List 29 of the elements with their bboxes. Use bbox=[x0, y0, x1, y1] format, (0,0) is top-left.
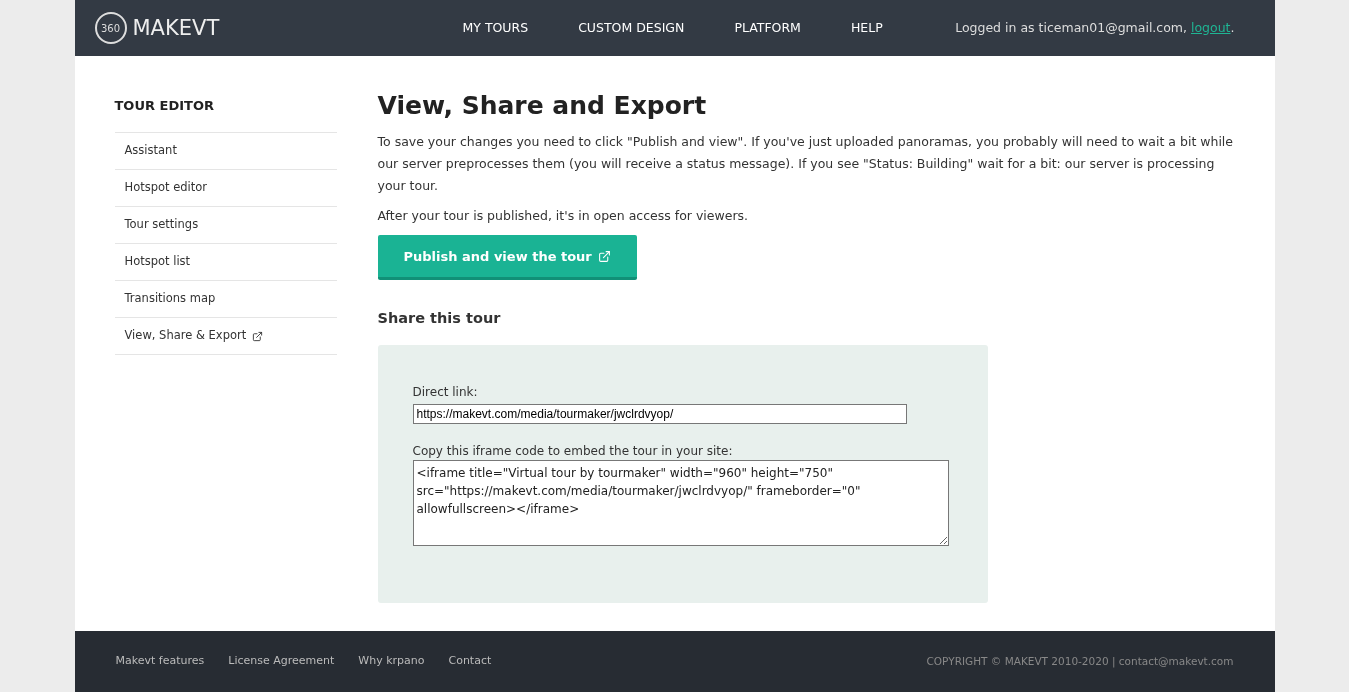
sidebar-link[interactable]: Transitions map bbox=[124, 290, 216, 308]
direct-link-field[interactable]: https://makevt.com/media/tourmaker/jwclrdvyop/ bbox=[412, 404, 907, 424]
logo-text[interactable]: MAKEVT bbox=[132, 17, 220, 39]
sidebar-link[interactable]: Hotspot editor bbox=[124, 179, 208, 197]
footer-link[interactable]: License Agreement bbox=[228, 653, 335, 670]
page-title: View, Share and Export bbox=[377, 90, 708, 122]
sidebar-title: TOUR EDITOR bbox=[114, 97, 215, 115]
field-label: Copy this iframe code to embed the tour in your site: bbox=[412, 443, 734, 460]
embed-code-field[interactable]: <iframe title="Virtual tour by tourmaker" width="960" height="750" src="https://makevt.com/media/tourmaker/jwclrdvyop/" frameborder="0" allowfullscreen></iframe> bbox=[412, 460, 949, 546]
footer-link[interactable]: Contact bbox=[448, 653, 492, 670]
sidebar-link[interactable]: Hotspot list bbox=[124, 253, 191, 271]
nav-link[interactable]: CUSTOM DESIGN bbox=[578, 18, 685, 38]
logo-badge[interactable]: 360 bbox=[94, 12, 127, 44]
login-status: Logged in as ticeman01@gmail.com, logout. bbox=[955, 18, 1235, 37]
section-heading: Share this tour bbox=[377, 309, 502, 329]
copyright-text: COPYRIGHT © MAKEVT 2010-2020 | contact@makevt.com bbox=[926, 653, 1234, 670]
sidebar-link[interactable]: Tour settings bbox=[124, 216, 199, 234]
external-link-icon bbox=[597, 249, 611, 263]
nav-link[interactable]: PLATFORM bbox=[734, 18, 801, 38]
logout-link[interactable]: logout bbox=[1191, 19, 1231, 35]
paragraph: To save your changes you need to click "Publish and view". If you've just uploaded panoramas, you probably will need to wait a bit while our server preprocesses them (you will receive a status message). If you see "Status: Building" wait for a bit: our server is processing your tour. bbox=[377, 133, 1235, 196]
field-label: Direct link: bbox=[412, 384, 479, 401]
sidebar-link[interactable]: Assistant bbox=[124, 142, 177, 160]
paragraph: After your tour is published, it's in open access for viewers. bbox=[377, 207, 750, 226]
footer-link[interactable]: Why krpano bbox=[358, 653, 425, 670]
footer-link[interactable]: Makevt features bbox=[115, 653, 205, 670]
nav-link[interactable]: MY TOURS bbox=[462, 18, 529, 38]
sidebar-link[interactable]: View, Share & Export bbox=[124, 327, 264, 345]
nav-link[interactable]: HELP bbox=[850, 18, 883, 38]
